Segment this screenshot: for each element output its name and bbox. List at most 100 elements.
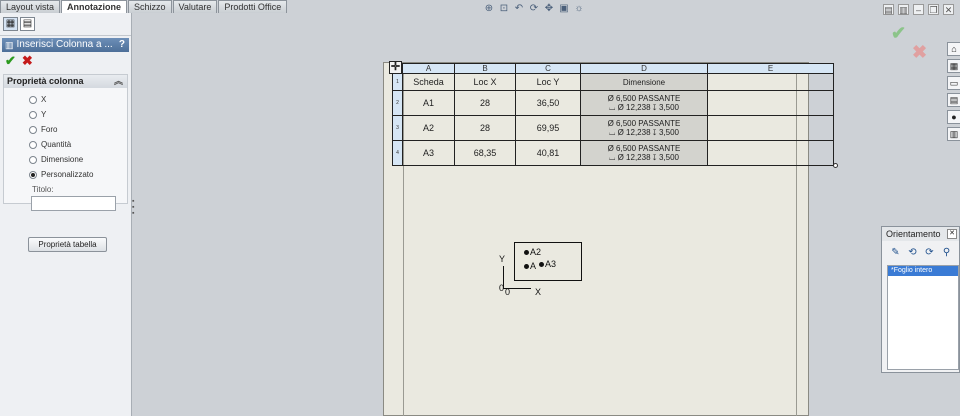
tab-valutare[interactable]: Valutare <box>172 0 218 13</box>
tag-cell[interactable]: A1 <box>402 90 455 116</box>
property-manager-actions: ✔ ✖ <box>0 52 131 70</box>
loc-x-cell[interactable]: 28 <box>454 90 516 116</box>
option-personalizzato[interactable]: Personalizzato <box>4 167 127 182</box>
tile-vertical-icon[interactable]: ▥ <box>898 4 909 15</box>
header-cell[interactable]: Loc Y <box>515 73 581 91</box>
row-number[interactable]: 1 <box>392 73 403 91</box>
tab-annotazione[interactable]: Annotazione <box>61 0 128 13</box>
heads-up-view-toolbar: ⊕ ⊡ ↶ ⟳ ✥ ▣ ☼ <box>483 3 585 15</box>
table-row: 2 A1 28 36,50 Ø 6,500 PASSANTE ⌴ Ø 12,238… <box>392 90 834 116</box>
feature-manager-icon[interactable]: ▦ <box>3 17 18 31</box>
radio-y[interactable] <box>29 110 37 119</box>
rotate-icon[interactable]: ⟳ <box>528 3 540 15</box>
collapse-chevron-icon[interactable]: ︽ <box>114 75 123 88</box>
new-column-cell[interactable] <box>707 115 834 141</box>
row-number[interactable]: 4 <box>392 140 403 166</box>
group-header[interactable]: Proprietà colonna ︽ <box>4 75 127 88</box>
dimension-cell[interactable]: Ø 6,500 PASSANTE ⌴ Ø 12,238 ↧ 3,500 <box>580 90 708 116</box>
confirm-ok-icon[interactable]: ✔ <box>891 23 906 44</box>
title-input[interactable] <box>31 196 116 211</box>
header-cell[interactable]: Dimensione <box>580 73 708 91</box>
option-dimensione[interactable]: Dimensione <box>4 152 127 167</box>
minimize-icon[interactable]: – <box>913 4 924 15</box>
tab-schizzo[interactable]: Schizzo <box>128 0 172 13</box>
origin-label: 0 <box>499 283 505 293</box>
zoom-area-icon[interactable]: ⊡ <box>498 3 510 15</box>
help-button[interactable]: ? <box>119 38 125 52</box>
view-settings-icon[interactable]: ☼ <box>573 3 585 15</box>
option-quantita[interactable]: Quantità <box>4 137 127 152</box>
radio-foro[interactable] <box>29 125 37 134</box>
orientation-title-bar: Orientamento ✕ <box>882 227 959 241</box>
radio-personalizzato[interactable] <box>29 170 37 179</box>
close-icon[interactable]: ✕ <box>947 229 957 239</box>
table-row: 4 A3 68,35 40,81 Ø 6,500 PASSANTE ⌴ Ø 12,… <box>392 140 834 166</box>
table-move-handle-icon[interactable]: ✛ <box>389 61 402 74</box>
hole-table[interactable]: A B C D E 1 Scheda Loc X Loc Y Dimension… <box>392 63 834 166</box>
orientation-list[interactable]: *Foglio intero <box>887 265 959 370</box>
dimension-cell[interactable]: Ø 6,500 PASSANTE ⌴ Ø 12,238 ↧ 3,500 <box>580 115 708 141</box>
header-cell[interactable]: Scheda <box>402 73 455 91</box>
orientation-item-full-sheet[interactable]: *Foglio intero <box>888 266 958 276</box>
radio-x[interactable] <box>29 95 37 104</box>
pin-icon[interactable]: ⚲ <box>941 247 952 258</box>
ok-icon[interactable]: ✔ <box>5 54 16 68</box>
tab-prodotti-office[interactable]: Prodotti Office <box>218 0 288 13</box>
radio-dimensione[interactable] <box>29 155 37 164</box>
row-number[interactable]: 2 <box>392 90 403 116</box>
panel-collapse-handle[interactable]: ▪ ▪ ▪ <box>132 198 138 217</box>
file-explorer-icon[interactable]: ▭ <box>947 76 960 90</box>
hole-a2[interactable] <box>524 250 529 255</box>
view-palette-icon[interactable]: ▤ <box>947 93 960 107</box>
drawing-view-part[interactable]: A2 A A3 <box>514 242 582 281</box>
update-view-icon[interactable]: ⟲ <box>907 247 918 258</box>
tab-layout-vista[interactable]: Layout vista <box>0 0 61 13</box>
tag-cell[interactable]: A2 <box>402 115 455 141</box>
hole-label-a3: A3 <box>545 259 557 269</box>
loc-x-cell[interactable]: 28 <box>454 115 516 141</box>
loc-y-cell[interactable]: 36,50 <box>515 90 581 116</box>
previous-view-icon[interactable]: ↶ <box>513 3 525 15</box>
row-number[interactable]: 3 <box>392 115 403 141</box>
option-foro[interactable]: Foro <box>4 122 127 137</box>
loc-y-cell[interactable]: 69,95 <box>515 115 581 141</box>
loc-x-cell[interactable]: 68,35 <box>454 140 516 166</box>
table-resize-handle[interactable] <box>833 163 838 168</box>
column-letter-b[interactable]: B <box>454 63 516 74</box>
column-letter-e[interactable]: E <box>707 63 834 74</box>
pan-icon[interactable]: ✥ <box>543 3 555 15</box>
tile-horizontal-icon[interactable]: ▤ <box>883 4 894 15</box>
group-title: Proprietà colonna <box>7 76 84 86</box>
hole-a3[interactable] <box>539 262 544 267</box>
zoom-fit-icon[interactable]: ⊕ <box>483 3 495 15</box>
tag-cell[interactable]: A3 <box>402 140 455 166</box>
option-y[interactable]: Y <box>4 107 127 122</box>
column-letter-d[interactable]: D <box>580 63 708 74</box>
new-column-cell[interactable] <box>707 140 834 166</box>
close-icon[interactable]: ✕ <box>943 4 954 15</box>
radio-quantita[interactable] <box>29 140 37 149</box>
orientation-toolbar: ✎ ⟲ ⟳ ⚲ <box>882 241 959 263</box>
column-letters-row: A B C D E <box>392 63 834 74</box>
custom-properties-icon[interactable]: ▥ <box>947 127 960 141</box>
table-properties-button[interactable]: Proprietà tabella <box>28 237 107 252</box>
column-letter-a[interactable]: A <box>402 63 455 74</box>
confirm-cancel-icon[interactable]: ✖ <box>912 42 927 63</box>
option-x[interactable]: X <box>4 92 127 107</box>
hole-a1[interactable] <box>524 264 529 269</box>
new-view-icon[interactable]: ✎ <box>890 247 901 258</box>
display-style-icon[interactable]: ▣ <box>558 3 570 15</box>
restore-icon[interactable]: ❐ <box>928 4 939 15</box>
column-letter-c[interactable]: C <box>515 63 581 74</box>
appearances-icon[interactable]: ● <box>947 110 960 124</box>
loc-y-cell[interactable]: 40,81 <box>515 140 581 166</box>
reset-view-icon[interactable]: ⟳ <box>924 247 935 258</box>
cancel-icon[interactable]: ✖ <box>22 54 33 68</box>
new-column-cell[interactable] <box>707 90 834 116</box>
new-column-cell[interactable] <box>707 73 834 91</box>
header-cell[interactable]: Loc X <box>454 73 516 91</box>
dimension-cell[interactable]: Ø 6,500 PASSANTE ⌴ Ø 12,238 ↧ 3,500 <box>580 140 708 166</box>
property-manager-icon[interactable]: ▤ <box>20 17 35 31</box>
design-library-icon[interactable]: ▦ <box>947 59 960 73</box>
resources-icon[interactable]: ⌂ <box>947 42 960 56</box>
